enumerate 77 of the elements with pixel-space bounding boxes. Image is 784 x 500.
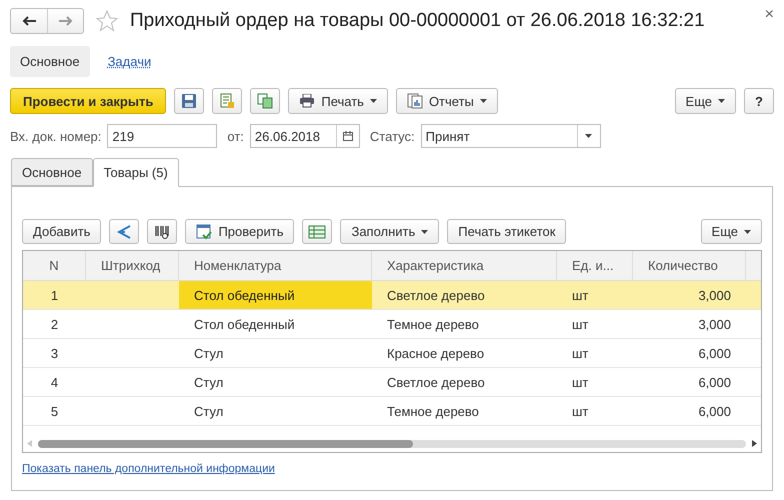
table-cell: шт: [557, 368, 633, 397]
table-cell: Светлое дерево: [372, 368, 557, 397]
date-field[interactable]: 26.06.2018: [250, 124, 360, 148]
dropdown-button[interactable]: Отчеты: [396, 88, 498, 114]
info-panel-link[interactable]: Показать панель дополнительной информации: [22, 463, 275, 475]
forward-arrow-icon: [58, 16, 72, 26]
field-label: Статус:: [370, 128, 415, 144]
column-header[interactable]: Ед. и...: [557, 251, 633, 281]
table-cell: Светлое дерево: [372, 281, 557, 310]
table-cell: 4: [23, 368, 86, 397]
document-icon: [219, 93, 236, 109]
column-header[interactable]: N: [23, 251, 86, 281]
toolbar-button[interactable]: ?: [744, 88, 774, 114]
table-cell: 6,000: [633, 339, 746, 368]
table-cell: 3,000: [633, 281, 746, 310]
toolbar-button[interactable]: Проверить: [185, 219, 294, 244]
copy-documents-icon: [257, 93, 274, 109]
column-header[interactable]: Характеристика: [372, 251, 557, 281]
column-header[interactable]: Количество: [633, 251, 746, 281]
number-field[interactable]: 219: [107, 124, 218, 148]
field-label: Вх. док. номер:: [10, 128, 102, 144]
star-icon[interactable]: [96, 10, 118, 32]
toolbar-icon-button[interactable]: [147, 219, 178, 244]
table-cell: Стул: [179, 339, 372, 368]
dropdown-button[interactable]: Заполнить: [340, 219, 440, 244]
column-header[interactable]: Номенклатура: [179, 251, 372, 281]
table-cell: шт: [557, 310, 633, 339]
close-button[interactable]: ×: [764, 6, 774, 24]
column-header[interactable]: Штрихкод: [86, 251, 179, 281]
table-cell: Красное дерево: [372, 339, 557, 368]
table-cell: Темное дерево: [372, 310, 557, 339]
scroll-right-icon[interactable]: [752, 440, 757, 447]
caret-icon: [585, 134, 592, 138]
document-title: Приходный ордер на товары 00-00000001 от 26.06.2018 16:32:21: [130, 10, 706, 32]
column-header: [746, 251, 761, 281]
calendar-icon: [342, 131, 353, 141]
table-cell: 3,000: [633, 310, 746, 339]
table-cell: Стол обеденный: [179, 310, 372, 339]
back-arrow-icon: [22, 16, 36, 26]
table-fill-icon: [308, 224, 326, 238]
table-cell: 1: [23, 281, 86, 310]
dropdown-button[interactable]: Еще: [674, 88, 736, 114]
branch-arrows-icon: [116, 224, 132, 240]
table-cell: 3: [23, 339, 86, 368]
table-cell: 5: [23, 397, 86, 426]
table-cell: Темное дерево: [372, 397, 557, 426]
post-and-close-button[interactable]: Провести и закрыть: [10, 88, 166, 114]
printer-icon: [299, 94, 316, 108]
tab[interactable]: Товары (5): [92, 158, 179, 187]
table-cell: шт: [557, 339, 633, 368]
dropdown-button[interactable]: Печать: [288, 88, 388, 114]
section-link[interactable]: Задачи: [98, 46, 162, 76]
toolbar-button[interactable]: Добавить: [22, 219, 102, 244]
table-cell: шт: [557, 281, 633, 310]
table-cell: шт: [557, 397, 633, 426]
caret-icon: [718, 99, 725, 103]
caret-icon: [370, 99, 377, 103]
scrollbar-thumb[interactable]: [38, 440, 414, 448]
caret-icon: [480, 99, 487, 103]
table-cell: 6,000: [633, 368, 746, 397]
caret-icon: [421, 230, 428, 234]
tab[interactable]: Основное: [11, 158, 93, 186]
table-cell: 6,000: [633, 397, 746, 426]
dropdown-button[interactable]: Еще: [700, 219, 762, 244]
report-icon: [406, 93, 423, 109]
table-cell: 2: [23, 310, 86, 339]
section-link[interactable]: Основное: [10, 46, 90, 76]
table-cell: [746, 281, 761, 310]
toolbar-button[interactable]: Печать этикеток: [447, 219, 566, 244]
status-dropdown[interactable]: Принят: [420, 124, 601, 148]
field-label: от:: [227, 128, 244, 144]
table-cell: Стул: [179, 397, 372, 426]
table-cell: Стул: [179, 368, 372, 397]
barcode-icon: [154, 224, 170, 240]
table-cell: Стол обеденный: [179, 281, 372, 310]
caret-icon: [744, 230, 751, 234]
checklist-icon: [196, 224, 212, 240]
